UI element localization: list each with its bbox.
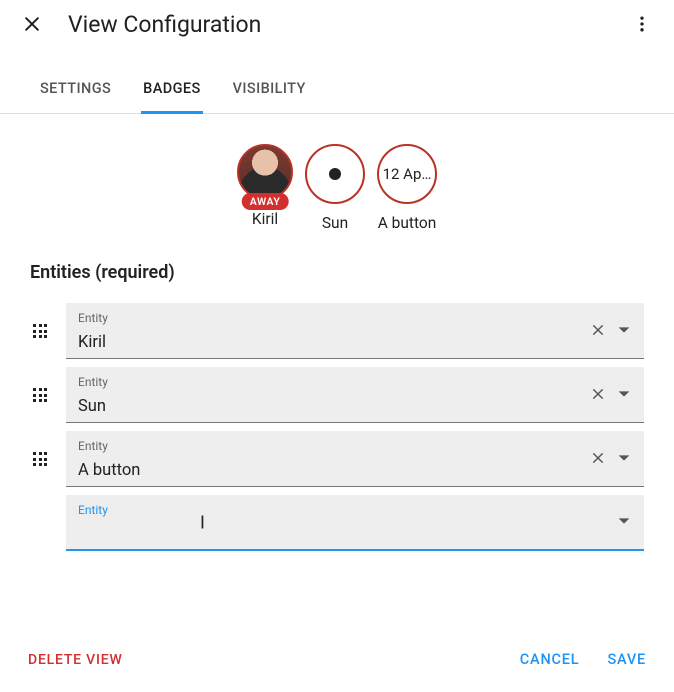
- tab-badges[interactable]: BADGES: [141, 68, 202, 114]
- field-value: A button: [78, 461, 590, 480]
- badge-label: A button: [378, 214, 437, 232]
- badge-preview-kiril[interactable]: AWAY Kiril: [237, 144, 293, 232]
- more-options-button[interactable]: [622, 4, 662, 44]
- delete-view-button[interactable]: DELETE VIEW: [28, 652, 123, 668]
- chevron-down-icon: [616, 386, 632, 402]
- clear-button[interactable]: [590, 322, 606, 341]
- field-label: Entity: [78, 311, 108, 325]
- clear-button[interactable]: [590, 450, 606, 469]
- entity-field[interactable]: Entity Kiril: [66, 303, 644, 359]
- dropdown-button[interactable]: [616, 386, 632, 406]
- drag-handle[interactable]: [30, 452, 50, 466]
- dialog-actions: DELETE VIEW CANCEL SAVE: [0, 632, 674, 692]
- dialog-title: View Configuration: [68, 11, 606, 38]
- clear-button[interactable]: [590, 386, 606, 405]
- badge-preview-button[interactable]: 12 Ap… A button: [377, 144, 437, 232]
- entity-row: Entity Kiril: [30, 303, 644, 359]
- close-icon: [590, 386, 606, 402]
- text-cursor-icon: I: [200, 513, 205, 534]
- field-value: Sun: [78, 397, 590, 416]
- chevron-down-icon: [616, 322, 632, 338]
- dropdown-button[interactable]: [616, 322, 632, 342]
- field-label: Entity: [78, 503, 108, 517]
- badge-text: 12 Ap…: [383, 165, 432, 183]
- chevron-down-icon: [616, 450, 632, 466]
- sun-icon: [329, 168, 341, 180]
- cancel-button[interactable]: CANCEL: [520, 651, 580, 668]
- drag-icon: [33, 324, 47, 338]
- dropdown-button[interactable]: [616, 450, 632, 470]
- entities-heading: Entities (required): [30, 262, 644, 283]
- entity-row: Entity A button: [30, 431, 644, 487]
- tab-settings[interactable]: SETTINGS: [38, 68, 113, 114]
- entity-field[interactable]: Entity Sun: [66, 367, 644, 423]
- entity-field-new[interactable]: Entity I: [66, 495, 644, 551]
- status-badge: AWAY: [242, 193, 289, 210]
- tabs-bar: SETTINGS BADGES VISIBILITY: [0, 68, 674, 114]
- badges-preview-row: AWAY Kiril Sun 12 Ap… A button: [30, 144, 644, 232]
- entity-row: Entity Sun: [30, 367, 644, 423]
- tab-visibility[interactable]: VISIBILITY: [231, 68, 308, 114]
- drag-icon: [33, 452, 47, 466]
- chevron-down-icon: [616, 513, 632, 529]
- dialog-header: View Configuration: [0, 0, 674, 48]
- drag-icon: [33, 388, 47, 402]
- close-icon: [22, 14, 42, 34]
- dialog-content: AWAY Kiril Sun 12 Ap… A button Entities …: [0, 114, 674, 632]
- close-icon: [590, 450, 606, 466]
- field-value: Kiril: [78, 333, 590, 352]
- dropdown-button[interactable]: [616, 513, 632, 533]
- field-label: Entity: [78, 375, 108, 389]
- more-vertical-icon: [632, 14, 652, 34]
- avatar-icon: [237, 144, 293, 200]
- view-configuration-dialog: View Configuration SETTINGS BADGES VISIB…: [0, 0, 674, 692]
- field-label: Entity: [78, 439, 108, 453]
- badge-preview-sun[interactable]: Sun: [305, 144, 365, 232]
- close-icon: [590, 322, 606, 338]
- entity-row-new: Entity I: [66, 495, 644, 551]
- close-button[interactable]: [12, 4, 52, 44]
- entity-field[interactable]: Entity A button: [66, 431, 644, 487]
- badge-label: Sun: [322, 214, 348, 232]
- drag-handle[interactable]: [30, 324, 50, 338]
- save-button[interactable]: SAVE: [607, 651, 646, 668]
- badge-label: Kiril: [252, 210, 278, 228]
- drag-handle[interactable]: [30, 388, 50, 402]
